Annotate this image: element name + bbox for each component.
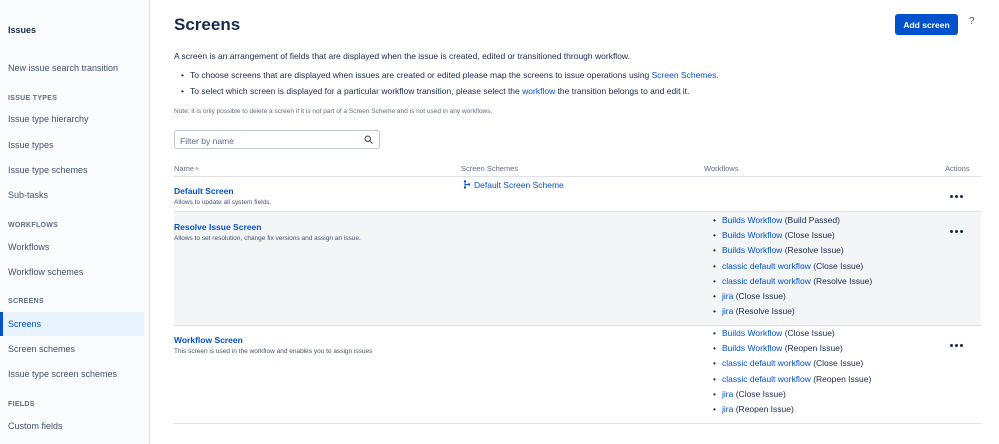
sidebar-item-issue-types[interactable]: Issue types bbox=[0, 133, 144, 157]
sidebar-item-issue-type-hierarchy[interactable]: Issue type hierarchy bbox=[0, 107, 144, 131]
page-description: A screen is an arrangement of fields tha… bbox=[174, 51, 630, 61]
screen-description: Allows to set resolution, change fix ver… bbox=[174, 235, 361, 242]
workflow-link[interactable]: jira bbox=[722, 389, 733, 399]
sidebar-section-screens: SCREENS bbox=[8, 298, 44, 305]
workflow-item: Builds Workflow (Build Passed) bbox=[713, 213, 872, 228]
workflow-link[interactable]: Builds Workflow bbox=[722, 230, 782, 240]
main-content: Screens Add screen ? A screen is an arra… bbox=[150, 0, 999, 444]
workflow-transition: (Resolve Issue) bbox=[813, 275, 873, 286]
bullet-text: the transition belongs to and edit it. bbox=[555, 86, 690, 96]
workflow-transition: (Close Issue) bbox=[784, 328, 835, 338]
workflow-transition: (Close Issue) bbox=[735, 388, 786, 399]
column-header-screen-schemes: Screen Schemes bbox=[461, 164, 519, 173]
workflow-item: Builds Workflow (Close Issue) bbox=[713, 228, 872, 243]
column-header-actions: Actions bbox=[945, 164, 970, 173]
workflow-item: jira (Reopen Issue) bbox=[713, 402, 871, 417]
workflow-item: classic default workflow (Reopen Issue) bbox=[713, 372, 871, 387]
screen-description: This screen is used in the workflow and … bbox=[174, 348, 373, 355]
screen-name-link[interactable]: Resolve Issue Screen bbox=[174, 222, 261, 232]
workflow-link[interactable]: classic default workflow bbox=[722, 374, 811, 384]
sidebar-item-workflow-schemes[interactable]: Workflow schemes bbox=[0, 260, 144, 284]
table-row: Resolve Issue Screen Allows to set resol… bbox=[174, 212, 981, 326]
workflow-transition: (Resolve Issue) bbox=[784, 245, 844, 256]
workflow-item: Builds Workflow (Reopen Issue) bbox=[713, 341, 871, 356]
workflow-link[interactable]: Builds Workflow bbox=[722, 328, 782, 338]
screen-scheme-icon bbox=[463, 180, 471, 189]
workflow-link[interactable]: jira bbox=[722, 291, 733, 301]
sidebar-section-issue-types: ISSUE TYPES bbox=[8, 95, 58, 102]
sidebar-title: Issues bbox=[8, 25, 37, 35]
screen-name-link[interactable]: Default Screen bbox=[174, 186, 234, 196]
screen-name-link[interactable]: Workflow Screen bbox=[174, 335, 243, 345]
sidebar-item-new-issue-search-transition[interactable]: New issue search transition bbox=[0, 56, 144, 80]
workflow-transition: (Close Issue) bbox=[735, 290, 786, 301]
workflow-link[interactable]: classic default workflow bbox=[722, 261, 811, 271]
filter-input[interactable] bbox=[175, 132, 360, 150]
workflow-transition: (Reopen Issue) bbox=[813, 373, 872, 384]
sidebar-item-issue-type-schemes[interactable]: Issue type schemes bbox=[0, 158, 144, 182]
workflow-transition: (Close Issue) bbox=[813, 260, 864, 271]
column-header-workflows: Workflows bbox=[704, 164, 739, 173]
description-bullet-workflow: To select which screen is displayed for … bbox=[181, 86, 690, 96]
sort-ascending-icon: ˄ bbox=[195, 167, 199, 173]
bullet-text: . bbox=[716, 70, 719, 80]
more-actions-icon[interactable] bbox=[948, 226, 964, 236]
column-header-name-label: Name bbox=[174, 164, 195, 173]
workflow-item: classic default workflow (Close Issue) bbox=[713, 356, 871, 371]
page-title: Screens bbox=[174, 15, 241, 34]
workflow-transition: (Close Issue) bbox=[784, 230, 835, 241]
workflow-link[interactable]: jira bbox=[722, 404, 733, 414]
workflow-item: classic default workflow (Close Issue) bbox=[713, 259, 872, 274]
help-icon[interactable]: ? bbox=[969, 16, 975, 27]
workflow-link[interactable]: Builds Workflow bbox=[722, 245, 782, 255]
table-row: Default Screen Allows to update all syst… bbox=[174, 177, 981, 212]
workflow-link[interactable]: classic default workflow bbox=[722, 276, 811, 286]
workflow-item: jira (Close Issue) bbox=[713, 387, 871, 402]
screen-description: Allows to update all system fields. bbox=[174, 199, 272, 206]
sidebar-item-screen-schemes[interactable]: Screen schemes bbox=[0, 337, 144, 361]
sidebar-item-issue-type-screen-schemes[interactable]: Issue type screen schemes bbox=[0, 362, 144, 386]
workflow-link[interactable]: classic default workflow bbox=[722, 358, 811, 368]
workflow-item: jira (Resolve Issue) bbox=[713, 304, 872, 319]
workflow-item: Builds Workflow (Close Issue) bbox=[713, 326, 871, 341]
more-actions-icon[interactable] bbox=[948, 191, 964, 201]
sidebar-section-fields: FIELDS bbox=[8, 401, 35, 408]
workflow-transition: (Close Issue) bbox=[813, 358, 864, 369]
workflow-item: jira (Close Issue) bbox=[713, 289, 872, 304]
workflow-transition: (Reopen Issue) bbox=[735, 403, 794, 414]
workflow-transition: (Reopen Issue) bbox=[784, 343, 843, 354]
workflow-transition: (Build Passed) bbox=[784, 215, 840, 225]
bullet-text: To select which screen is displayed for … bbox=[190, 86, 523, 96]
filter-box bbox=[174, 130, 380, 150]
screen-scheme-label: Default Screen Scheme bbox=[474, 180, 564, 190]
add-screen-button[interactable]: Add screen bbox=[895, 14, 958, 35]
workflow-transition: (Resolve Issue) bbox=[735, 306, 795, 317]
sidebar-item-custom-fields[interactable]: Custom fields bbox=[0, 414, 144, 438]
workflow-link[interactable]: workflow bbox=[522, 86, 555, 96]
search-icon[interactable] bbox=[364, 135, 373, 144]
workflow-link[interactable]: Builds Workflow bbox=[722, 343, 782, 353]
workflow-item: Builds Workflow (Resolve Issue) bbox=[713, 243, 872, 258]
delete-note: Note: it is only possible to delete a sc… bbox=[174, 108, 493, 115]
sidebar: Issues New issue search transition ISSUE… bbox=[0, 0, 150, 444]
column-header-name[interactable]: Name˄ bbox=[174, 164, 199, 173]
workflow-list: Builds Workflow (Close Issue) Builds Wor… bbox=[713, 326, 871, 417]
sidebar-item-workflows[interactable]: Workflows bbox=[0, 235, 144, 259]
screen-schemes-link[interactable]: Screen Schemes bbox=[652, 70, 717, 80]
workflow-item: classic default workflow (Resolve Issue) bbox=[713, 274, 872, 289]
table-row: Workflow Screen This screen is used in t… bbox=[174, 326, 981, 424]
bullet-text: To choose screens that are displayed whe… bbox=[190, 70, 652, 80]
sidebar-item-screens[interactable]: Screens bbox=[0, 312, 144, 336]
workflow-list: Builds Workflow (Build Passed) Builds Wo… bbox=[713, 213, 872, 320]
more-actions-icon[interactable] bbox=[948, 340, 964, 350]
sidebar-section-workflows: WORKFLOWS bbox=[8, 222, 59, 229]
sidebar-item-sub-tasks[interactable]: Sub-tasks bbox=[0, 183, 144, 207]
workflow-link[interactable]: Builds Workflow bbox=[722, 215, 782, 225]
workflow-link[interactable]: jira bbox=[722, 306, 733, 316]
screen-scheme-link[interactable]: Default Screen Scheme bbox=[463, 180, 564, 190]
description-bullet-screen-schemes: To choose screens that are displayed whe… bbox=[181, 70, 719, 80]
